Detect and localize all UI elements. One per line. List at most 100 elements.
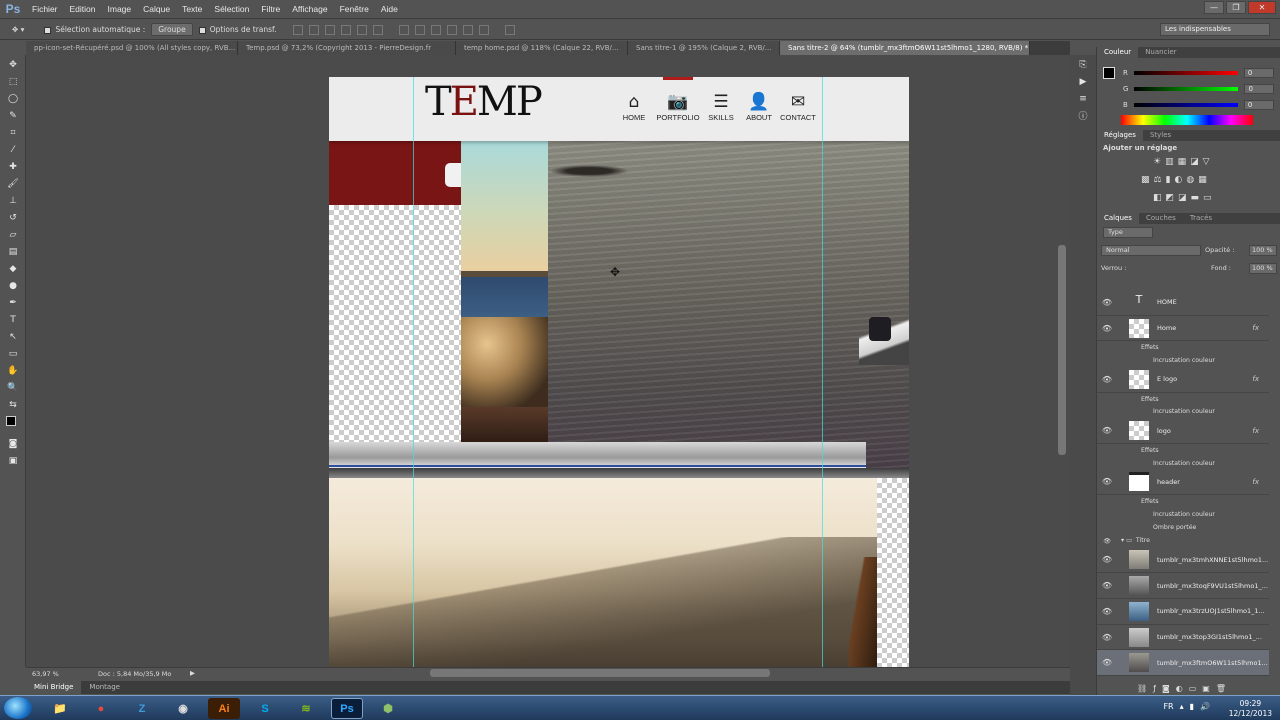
gradient-tool-icon[interactable]: ▤ [4,244,22,259]
g-slider[interactable] [1134,87,1239,91]
start-button[interactable] [4,697,32,719]
menu-image[interactable]: Image [102,4,138,14]
explorer-app-icon[interactable]: 📁 [44,698,76,719]
r-value[interactable]: 0 [1243,68,1274,78]
align-top-icon[interactable] [292,24,303,35]
info-panel-icon[interactable]: ⓘ [1074,108,1092,123]
align-left-icon[interactable] [340,24,351,35]
layer-row[interactable]: 👁 Home fx [1097,316,1269,342]
minimize-icon[interactable]: — [1204,1,1224,14]
effects-row[interactable]: Effets [1097,444,1269,457]
swap-colors-icon[interactable]: ⇆ [4,397,22,412]
eraser-tool-icon[interactable]: ▱ [4,227,22,242]
color-swatches[interactable] [4,414,22,434]
guide-line-left[interactable] [413,77,414,667]
tab-traces[interactable]: Tracés [1183,213,1219,224]
guide-line-right[interactable] [822,77,823,667]
fx-icon[interactable]: fx [1252,324,1259,332]
lasso-tool-icon[interactable]: ◯ [4,91,22,106]
app-3-icon[interactable]: Z [126,698,158,719]
b-slider[interactable] [1133,103,1238,107]
network-icon[interactable]: ▮ [1190,702,1194,711]
align-right-icon[interactable] [372,24,383,35]
nav-home[interactable]: ⌂ HOME [612,91,656,122]
distribute-top-icon[interactable] [398,24,409,35]
brush-tool-icon[interactable]: 🖌 [4,176,22,191]
menu-aide[interactable]: Aide [375,4,404,14]
move-tool-icon[interactable]: ✥ ▾ [12,25,24,34]
visibility-eye-icon[interactable]: 👁 [1097,555,1117,564]
menu-affichage[interactable]: Affichage [286,4,333,14]
fx-icon[interactable]: fx [1252,375,1259,383]
tab-nuancier[interactable]: Nuancier [1138,47,1183,58]
distribute-middle-icon[interactable] [414,24,425,35]
auto-select-checkbox[interactable]: Sélection automatique : [44,25,145,34]
b-value[interactable]: 0 [1243,100,1274,110]
visibility-eye-icon[interactable]: 👁 [1097,658,1117,667]
actions-panel-icon[interactable]: ▶ [1074,74,1092,89]
tab-doc-3[interactable]: temp home.psd @ 118% (Calque 22, RVB/... [456,41,628,55]
stamp-tool-icon[interactable]: ⊥ [4,193,22,208]
pen-tool-icon[interactable]: ✒ [4,295,22,310]
canvas-area[interactable]: TEMP ⌂ HOME 📷 PORTFOLIO ☰ SKILLS 👤 ABOUT… [26,55,1070,668]
tab-montage[interactable]: Montage [81,681,128,694]
auto-align-icon[interactable] [504,24,515,35]
visibility-eye-icon[interactable]: 👁 [1097,607,1117,616]
visibility-eye-icon[interactable]: 👁 [1097,375,1117,384]
chrome-app-icon[interactable]: ● [85,698,117,719]
layer-row-selected[interactable]: 👁 tumblr_mx3ftmO6W11st5lhmo1... [1097,650,1269,677]
tray-arrow-icon[interactable]: ▴ [1180,702,1184,711]
menu-calque[interactable]: Calque [137,4,176,14]
fx-icon[interactable]: fx [1252,427,1259,435]
hand-tool-icon[interactable]: ✋ [4,363,22,378]
menu-filtre[interactable]: Filtre [255,4,286,14]
r-slider[interactable] [1133,71,1238,75]
menu-fenetre[interactable]: Fenêtre [334,4,375,14]
nav-about[interactable]: 👤 ABOUT [737,91,781,122]
distribute-bottom-icon[interactable] [430,24,441,35]
app-9-icon[interactable]: ⬢ [372,698,404,719]
group-select[interactable]: Groupe [151,23,193,36]
layer-row[interactable]: 👁 tumblr_mx3toqF9VU1st5lhmo1_... [1097,573,1269,599]
marquee-tool-icon[interactable]: ⬚ [4,74,22,89]
distribute-right-icon[interactable] [478,24,489,35]
transform-checkbox[interactable]: Options de transf. [198,25,277,34]
color-spectrum[interactable] [1121,115,1253,125]
screen-mode-icon[interactable]: ▣ [4,453,22,468]
visibility-eye-icon[interactable]: 👁 [1097,298,1117,307]
g-value[interactable]: 0 [1244,84,1275,94]
blend-mode-select[interactable]: Normal [1101,245,1201,256]
distribute-left-icon[interactable] [446,24,457,35]
horizontal-scrollbar[interactable] [430,669,770,677]
align-bottom-icon[interactable] [324,24,335,35]
tab-reglages[interactable]: Réglages [1097,130,1143,141]
menu-selection[interactable]: Sélection [208,4,255,14]
status-arrow-icon[interactable]: ▶ [190,669,195,677]
layer-row[interactable]: 👁 tumblr_mx3tmhXNNE1st5lhmo1... [1097,548,1269,574]
spotify-app-icon[interactable]: ≋ [290,698,322,719]
quick-mask-icon[interactable]: ◙ [4,436,22,451]
tab-doc-1[interactable]: pp-icon-set-Récupéré.psd @ 100% (All sty… [26,41,238,55]
path-select-tool-icon[interactable]: ↖ [4,329,22,344]
properties-panel-icon[interactable]: ≡ [1074,91,1092,106]
visibility-eye-icon[interactable]: 👁 [1097,324,1117,333]
visibility-eye-icon[interactable]: 👁 [1097,477,1117,486]
adjustment-icons-row2[interactable]: ▩⚖▮◐◍▦ [1141,175,1211,185]
restore-icon[interactable]: ❐ [1226,1,1246,14]
layer-row[interactable]: 👁 logo fx [1097,418,1269,444]
align-middle-icon[interactable] [308,24,319,35]
adjustment-icons-row3[interactable]: ◧◩◪▬▭ [1153,193,1216,203]
volume-icon[interactable]: 🔊 [1200,702,1210,711]
visibility-eye-icon[interactable]: 👁 [1097,537,1117,545]
visibility-eye-icon[interactable]: 👁 [1097,426,1117,435]
tab-couches[interactable]: Couches [1139,213,1183,224]
opacity-input[interactable]: 100 % [1249,245,1277,256]
layer-row[interactable]: 👁 T HOME [1097,290,1269,316]
close-icon[interactable]: ✕ [1248,1,1276,14]
move-tool-icon[interactable]: ✥ [4,57,22,72]
tab-doc-2[interactable]: Temp.psd @ 73,2% (Copyright 2013 - Pierr… [238,41,456,55]
tab-doc-4[interactable]: Sans titre-1 @ 195% (Calque 2, RVB/... [628,41,780,55]
effect-row[interactable]: Ombre portée [1097,521,1269,534]
layer-actions-bar[interactable]: ⛓ƒ◙◐▭▣🗑 [1137,684,1232,693]
effects-row[interactable]: Effets [1097,495,1269,508]
